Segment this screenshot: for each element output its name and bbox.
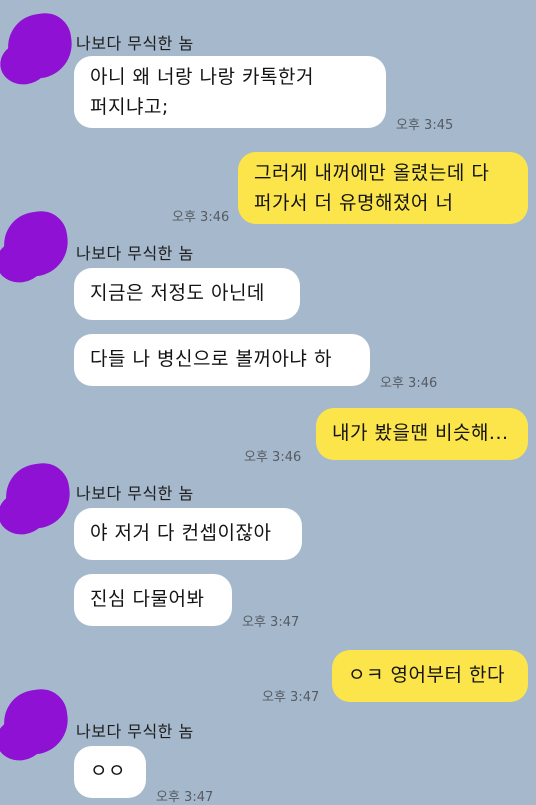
sender-name: 나보다 무식한 놈 [76,722,194,741]
message-bubble-received[interactable]: 아니 왜 너랑 나랑 카톡한거 퍼지냐고; [74,56,386,128]
message-bubble-received[interactable]: 다들 나 병신으로 볼꺼아냐 하 [74,334,370,386]
message-bubble-sent[interactable]: ㅇㅋ 영어부터 한다 [332,650,528,702]
message-time: 오후 3:47 [156,790,214,805]
message-text: 퍼지냐고; [90,96,169,118]
message-bubble-received[interactable]: 지금은 저정도 아닌데 [74,268,300,320]
message-text: 야 저거 다 컨셉이잖아 [90,522,272,544]
message-bubble-sent[interactable]: 그러게 내꺼에만 올렸는데 다 퍼가서 더 유명해졌어 너 [238,152,528,224]
chat-window: 나보다 무식한 놈 아니 왜 너랑 나랑 카톡한거 퍼지냐고; 오후 3:45 … [0,0,536,805]
sender-name: 나보다 무식한 놈 [76,34,194,53]
message-text: 다들 나 병신으로 볼꺼아냐 하 [90,348,332,370]
message-time: 오후 3:46 [244,450,302,465]
message-time: 오후 3:45 [396,118,454,133]
message-text: 그러게 내꺼에만 올렸는데 다 [254,162,490,184]
message-bubble-received[interactable]: 진심 다물어봐 [74,574,232,626]
sender-name: 나보다 무식한 놈 [76,244,194,263]
message-time: 오후 3:46 [172,210,230,225]
message-time: 오후 3:47 [242,615,300,630]
message-text: 아니 왜 너랑 나랑 카톡한거 [90,66,314,88]
message-text: 퍼가서 더 유명해졌어 너 [254,192,454,214]
message-bubble-received[interactable]: ㅇㅇ [74,746,146,798]
avatar[interactable] [0,207,73,281]
message-time: 오후 3:46 [380,376,438,391]
message-bubble-received[interactable]: 야 저거 다 컨셉이잖아 [74,508,302,560]
message-text: 지금은 저정도 아닌데 [90,282,265,304]
message-text: ㅇㅋ 영어부터 한다 [348,664,505,686]
message-text: 진심 다물어봐 [90,588,205,610]
avatar[interactable] [0,685,73,759]
message-time: 오후 3:47 [262,690,320,705]
avatar[interactable] [3,9,77,83]
message-text: 내가 봤을땐 비슷해... [332,422,509,444]
message-bubble-sent[interactable]: 내가 봤을땐 비슷해... [316,408,528,460]
message-text: ㅇㅇ [90,760,126,782]
sender-name: 나보다 무식한 놈 [76,484,194,503]
avatar[interactable] [1,459,75,533]
